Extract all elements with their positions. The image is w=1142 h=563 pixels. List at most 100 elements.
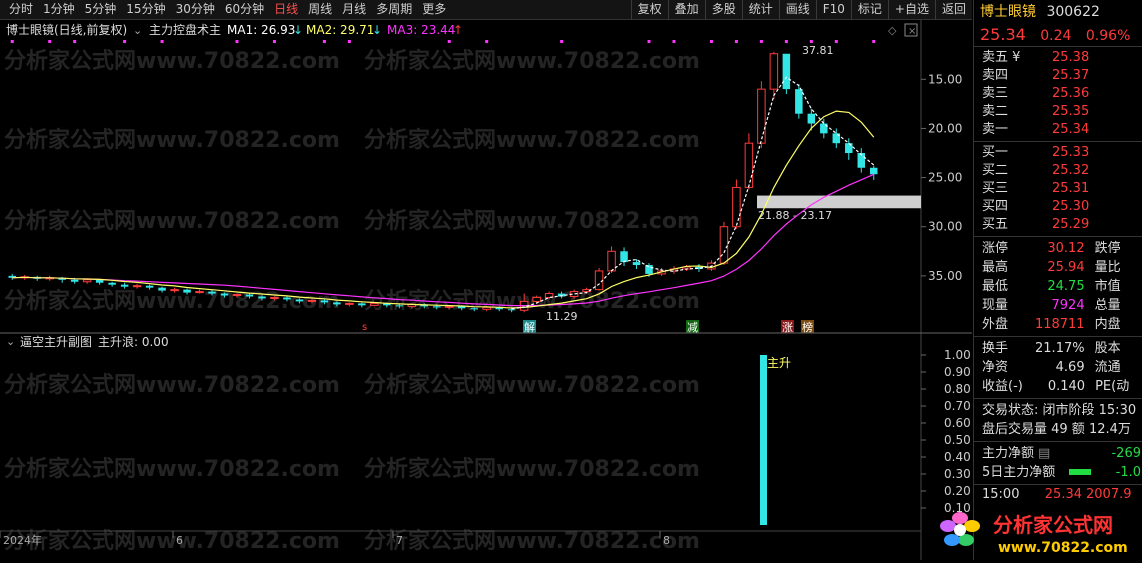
candle-body [594, 270, 604, 291]
signal-dot [347, 40, 351, 43]
stat-label-2: 市值 [1094, 279, 1121, 294]
watermark-text: 分析家公式网www.70822.com [4, 456, 340, 482]
ma2-label: MA2: 29.71 [306, 23, 374, 37]
tab-5[interactable]: 60分钟 [220, 0, 269, 19]
tool-button-8[interactable]: 返回 [934, 0, 972, 19]
stat-label: 外盘 [982, 317, 1009, 332]
diamond-icon[interactable]: ◇ [888, 24, 897, 37]
candle-body [870, 167, 878, 175]
stat-label-2: 流通 [1094, 360, 1121, 375]
tab-1[interactable]: 1分钟 [38, 0, 80, 19]
stats-row: 现量 7924 总量 [974, 296, 1142, 315]
tab-9[interactable]: 多周期 [371, 0, 417, 19]
sub-indicator-toggle-icon[interactable]: ⌄ [6, 335, 15, 348]
bids-row[interactable]: 买四 25.30 [974, 198, 1142, 216]
candle-body [433, 306, 441, 308]
kline-chart[interactable]: 分析家公式网www.70822.com 分析家公式网www.70822.com 分析… [0, 20, 972, 560]
main-net-row[interactable]: 主力净额 ▤ -269 [974, 444, 1142, 463]
tab-4[interactable]: 30分钟 [171, 0, 220, 19]
tool-button-1[interactable]: 叠加 [667, 0, 705, 19]
tab-3[interactable]: 15分钟 [121, 0, 170, 19]
logo-title: 分析家公式网 [993, 513, 1113, 537]
candle-body [320, 300, 329, 303]
candle-body [158, 287, 166, 291]
tool-button-5[interactable]: F10 [815, 0, 851, 19]
candles-layer [8, 51, 878, 313]
tool-button-2[interactable]: 多股 [704, 0, 742, 19]
candle-body [170, 289, 179, 292]
tool-button-4[interactable]: 画线 [778, 0, 816, 19]
candle-body [270, 296, 279, 299]
tool-button-7[interactable]: +自选 [887, 0, 935, 19]
svg-text:×: × [908, 26, 916, 37]
signal-s-marker: s [362, 322, 367, 333]
asks-price: 25.37 [1052, 68, 1090, 83]
asks-row[interactable]: 卖一 25.34 [974, 121, 1142, 139]
stats-row: 最低 24.75 市值 [974, 277, 1142, 296]
bids-row[interactable]: 买五 25.29 [974, 216, 1142, 234]
asks-row[interactable]: 卖五 ¥ 25.38 [974, 49, 1142, 67]
stat-label-2: 跌停 [1094, 241, 1121, 256]
sub-y-tick-label: 0.80 [944, 382, 971, 396]
signal-dot [672, 40, 676, 43]
main-net5-row[interactable]: 5日主力净额 -1.0 [974, 463, 1142, 482]
tab-6[interactable]: 日线 [269, 0, 303, 19]
asks-row[interactable]: 卖二 25.35 [974, 103, 1142, 121]
signal-dot [560, 40, 564, 43]
main-net-value: -269 [1111, 446, 1141, 461]
tool-button-3[interactable]: 统计 [741, 0, 779, 19]
stock-period-label: 博士眼镜(日线,前复权) [6, 22, 127, 37]
bids-row[interactable]: 买一 25.33 [974, 144, 1142, 162]
stat-label: 涨停 [982, 241, 1009, 256]
y-tick-label: 20.00 [928, 121, 962, 135]
sub-y-tick-label: 1.00 [944, 348, 971, 362]
bids-price: 25.33 [1052, 145, 1090, 160]
stat-label: 最低 [982, 279, 1009, 294]
period-tabs: 分时 1分钟 5分钟 15分钟 30分钟 60分钟 日线 周线 月线 多周期 更多 [4, 0, 451, 19]
asks-row[interactable]: 卖三 25.36 [974, 85, 1142, 103]
stat-label-2: 股本 [1094, 341, 1121, 356]
candle-body [183, 289, 191, 293]
sub-bars: 主升 [760, 355, 791, 525]
watermark-text: 分析家公式网www.70822.com [4, 48, 340, 74]
ma2-arrow-icon: ↓ [372, 23, 382, 37]
bids-price: 25.31 [1052, 181, 1090, 196]
indicator-toggle-icon[interactable]: ⌄ [133, 24, 142, 37]
stats-row: 最高 25.94 量比 [974, 258, 1142, 277]
peak-price-label: 37.81 [802, 44, 834, 57]
stats2-row: 净资 4.69 流通 [974, 358, 1142, 377]
x-tick-label: 7 [396, 534, 403, 547]
ask-book: 卖五 ¥ 25.38 卖四 25.37 卖三 25.36 卖二 25.35 卖一 25.34 [974, 47, 1142, 142]
sub-y-tick-label: 0.50 [944, 433, 971, 447]
tool-button-0[interactable]: 复权 [630, 0, 668, 19]
signal-dot [322, 40, 326, 43]
bids-row[interactable]: 买二 25.32 [974, 162, 1142, 180]
stat-label: 现量 [982, 298, 1009, 313]
site-logo: 分析家公式网 www.70822.com [940, 512, 1128, 556]
support-zone-box [757, 195, 921, 209]
signal-dot [10, 40, 14, 43]
candle-body [145, 285, 154, 288]
tab-0[interactable]: 分时 [4, 0, 38, 19]
stat-label-2: 量比 [1094, 260, 1121, 275]
bids-row[interactable]: 买三 25.31 [974, 180, 1142, 198]
x-tick-label: 2024年 [3, 533, 42, 547]
main-net5-label: 5日主力净额 [982, 465, 1056, 480]
list-icon[interactable]: ▤ [1038, 444, 1050, 463]
tab-2[interactable]: 5分钟 [80, 0, 122, 19]
tab-8[interactable]: 月线 [337, 0, 371, 19]
candle-body [208, 291, 216, 294]
bids-label: 买一 [982, 145, 1009, 160]
candle-body [70, 279, 79, 282]
tab-7[interactable]: 周线 [303, 0, 337, 19]
candle-body [358, 303, 366, 306]
asks-row[interactable]: 卖四 25.37 [974, 67, 1142, 85]
candle-body [645, 265, 653, 274]
candle-body [370, 302, 379, 306]
price-line: 25.34 0.24 0.96% [974, 24, 1142, 47]
tool-button-6[interactable]: 标记 [850, 0, 888, 19]
asks-price: 25.35 [1052, 104, 1090, 119]
tab-10[interactable]: 更多 [417, 0, 451, 19]
chart-area[interactable]: 分析家公式网www.70822.com 分析家公式网www.70822.com 分析… [0, 20, 972, 560]
watermark-text: 分析家公式网www.70822.com [364, 48, 700, 74]
